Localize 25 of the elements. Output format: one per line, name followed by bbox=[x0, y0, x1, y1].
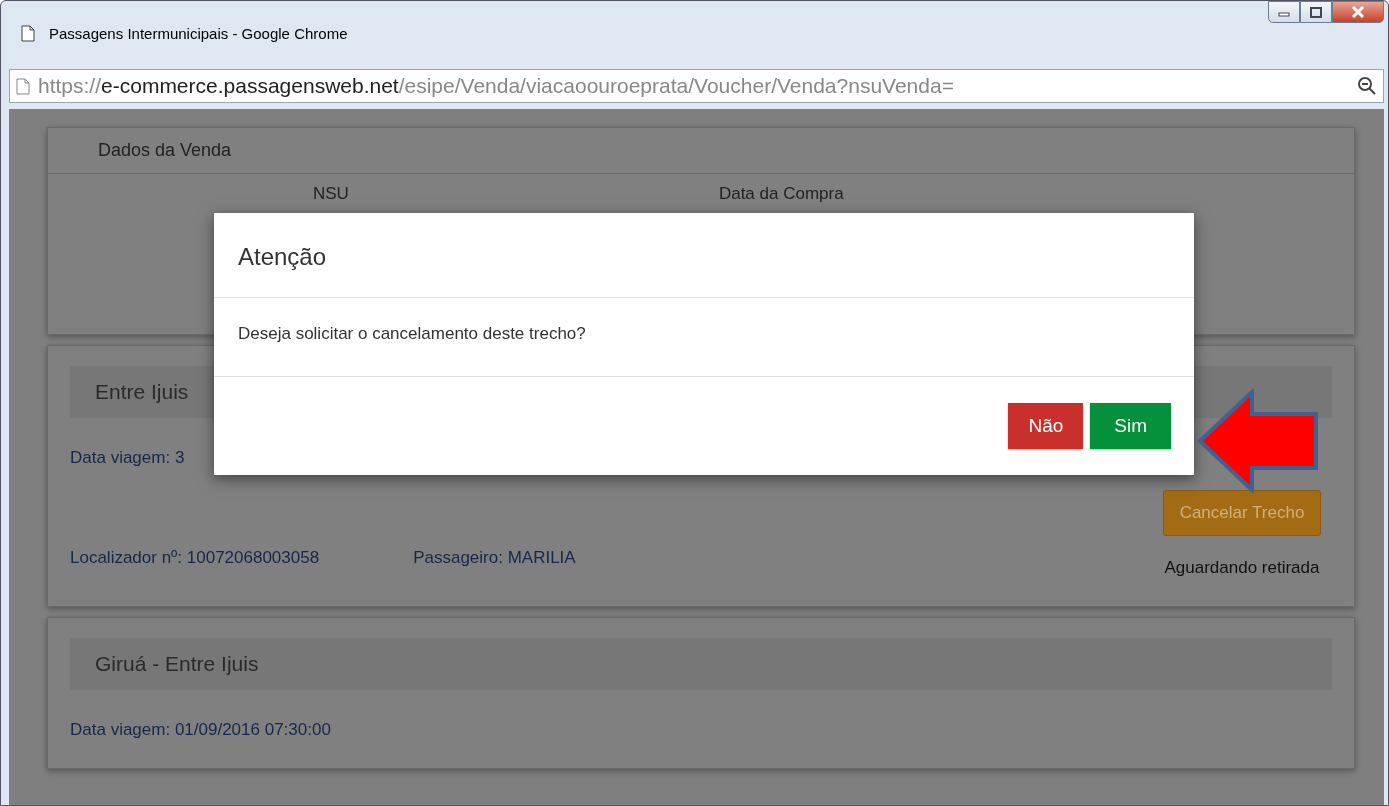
minimize-button[interactable] bbox=[1268, 1, 1300, 23]
column-label: Data da Compra bbox=[718, 184, 844, 205]
locator-number: Localizador nº: 10072068003058 bbox=[70, 548, 320, 568]
maximize-icon bbox=[1310, 6, 1322, 18]
url-scheme: https:// bbox=[38, 74, 102, 97]
zoom-icon[interactable] bbox=[1357, 76, 1377, 96]
url-path: /esipe/Venda/viacaoouroeprata/Voucher/Venda?nsuVenda= bbox=[398, 74, 954, 97]
dialog-title: Atenção bbox=[214, 213, 1194, 298]
trip-status: Aguardando retirada bbox=[1164, 558, 1320, 578]
trip-date: Data viagem: 3 bbox=[70, 448, 186, 468]
passenger-name: Passageiro: MARILIA bbox=[413, 548, 576, 568]
url-host: e-commerce.passagensweb.net bbox=[101, 74, 399, 97]
panel-title: Dados da Venda bbox=[48, 128, 1354, 174]
page-icon bbox=[16, 77, 30, 95]
address-bar[interactable]: https://e-commerce.passagensweb.net/esipe/Venda/viacaoouroeprata/Voucher/Venda?nsuVenda= bbox=[9, 69, 1384, 103]
maximize-button[interactable] bbox=[1300, 1, 1332, 23]
close-icon bbox=[1351, 6, 1365, 18]
dialog-message: Deseja solicitar o cancelamento deste trecho? bbox=[214, 298, 1194, 377]
page-icon bbox=[21, 25, 35, 42]
no-button[interactable]: Não bbox=[1008, 403, 1084, 449]
yes-button[interactable]: Sim bbox=[1090, 403, 1171, 449]
close-button[interactable] bbox=[1332, 1, 1384, 23]
window-title: Passagens Intermunicipais - Google Chrome bbox=[49, 25, 348, 42]
trip-date: Data viagem: 01/09/2016 07:30:00 bbox=[70, 720, 332, 740]
trip-title: Giruá - Entre Ijuis bbox=[70, 638, 1332, 690]
